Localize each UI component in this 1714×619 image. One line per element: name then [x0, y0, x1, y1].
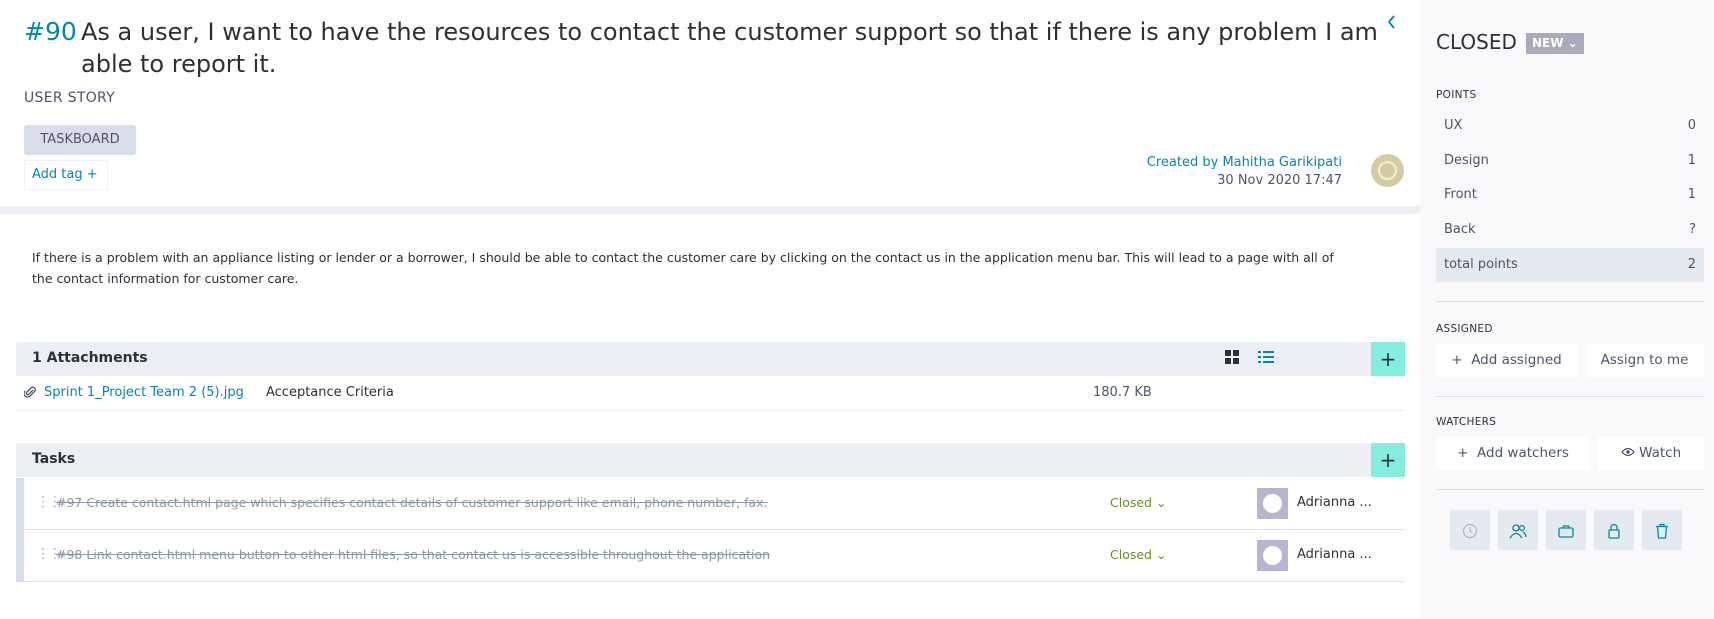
chevron-down-icon: ⌄ — [1155, 547, 1167, 562]
attachment-row: Sprint 1_Project Team 2 (5).jpg Acceptan… — [16, 377, 1405, 411]
created-date: 30 Nov 2020 17:47 — [1217, 173, 1342, 188]
task-status-dropdown[interactable]: Closed ⌄ — [1110, 547, 1166, 562]
task-text[interactable]: #97 Create contact.html page which speci… — [56, 495, 767, 510]
task-ref: #97 — [56, 495, 83, 510]
divider — [0, 206, 1420, 214]
team-requirement-users-icon[interactable] — [1498, 510, 1538, 550]
total-points-label: total points — [1444, 257, 1518, 272]
story-status: CLOSED — [1436, 30, 1517, 54]
story-description[interactable]: If there is a problem with an appliance … — [32, 247, 1352, 289]
tag-taskboard[interactable]: TASKBOARD — [24, 125, 136, 155]
points-value: ? — [1689, 222, 1696, 237]
points-role: Back — [1444, 222, 1476, 237]
task-row: ⋮⋮ #97 Create contact.html page which sp… — [16, 478, 1405, 530]
attachment-size: 180.7 KB — [1093, 385, 1152, 400]
story-subject[interactable]: As a user, I want to have the resources … — [81, 16, 1381, 80]
task-status: Closed — [1110, 495, 1152, 510]
attachment-description[interactable]: Acceptance Criteria — [266, 385, 394, 400]
add-assigned-label: Add assigned — [1471, 352, 1562, 368]
created-prefix: Created by — [1146, 155, 1219, 170]
add-attachment-button[interactable]: + — [1371, 342, 1405, 376]
chevron-down-icon: ⌄ — [1155, 495, 1167, 510]
story-type: USER STORY — [24, 90, 115, 106]
points-label: POINTS — [1436, 89, 1477, 101]
add-watchers-button[interactable]: + Add watchers — [1436, 437, 1590, 470]
assigned-label: ASSIGNED — [1436, 323, 1493, 335]
task-status-dropdown[interactable]: Closed ⌄ — [1110, 495, 1166, 510]
plus-icon: + — [86, 167, 98, 182]
divider — [1436, 396, 1704, 397]
watchers-label: WATCHERS — [1436, 416, 1497, 428]
grid-view-icon[interactable] — [1215, 342, 1249, 376]
points-row-front[interactable]: Front 1 — [1436, 178, 1704, 212]
story-ref: #90 — [24, 17, 77, 46]
eye-icon — [1621, 445, 1635, 461]
status-badge: NEW — [1532, 36, 1564, 50]
attachments-title: 1 Attachments — [32, 350, 148, 366]
divider — [1436, 301, 1704, 302]
chevron-down-icon: ⌄ — [1567, 36, 1578, 50]
lock-icon[interactable] — [1594, 510, 1634, 550]
sidebar: CLOSED NEW ⌄ POINTS UX 0 Design 1 Front 1 B… — [1420, 0, 1714, 619]
add-tag-label: Add tag — [32, 167, 83, 182]
paperclip-icon — [23, 385, 36, 403]
task-assignee[interactable]: Adrianna ... — [1297, 495, 1372, 510]
add-assigned-button[interactable]: + Add assigned — [1436, 344, 1577, 377]
add-task-button[interactable]: + — [1371, 443, 1405, 477]
total-points-value: 2 — [1687, 257, 1696, 272]
trash-icon[interactable] — [1642, 510, 1682, 550]
points-value: 1 — [1687, 187, 1696, 202]
points-role: Design — [1444, 153, 1489, 168]
task-status: Closed — [1110, 547, 1152, 562]
assignee-avatar[interactable] — [1257, 540, 1288, 571]
creator-name[interactable]: Mahitha Garikipati — [1222, 155, 1342, 170]
assignee-avatar[interactable] — [1257, 488, 1288, 519]
task-row: ⋮⋮ #98 Link contact.html menu button to … — [16, 530, 1405, 582]
attachments-header: 1 Attachments + — [16, 342, 1405, 376]
list-view-icon[interactable] — [1249, 342, 1283, 376]
status-dropdown[interactable]: NEW ⌄ — [1526, 33, 1584, 54]
points-role: Front — [1444, 187, 1477, 202]
task-text[interactable]: #98 Link contact.html menu button to oth… — [56, 547, 770, 562]
tasks-title: Tasks — [32, 451, 76, 467]
attachment-name-link[interactable]: Sprint 1_Project Team 2 (5).jpg — [44, 385, 244, 400]
plus-icon: + — [1457, 445, 1469, 461]
task-subject: Link contact.html menu button to other h… — [86, 547, 771, 562]
points-value: 0 — [1687, 118, 1696, 133]
task-subject: Create contact.html page which specifies… — [86, 495, 768, 510]
tasks-header: Tasks + — [16, 443, 1405, 477]
plus-icon: + — [1451, 352, 1463, 368]
total-points-row: total points 2 — [1436, 248, 1704, 282]
points-row-design[interactable]: Design 1 — [1436, 144, 1704, 178]
task-assignee[interactable]: Adrianna ... — [1297, 547, 1372, 562]
points-row-ux[interactable]: UX 0 — [1436, 109, 1704, 143]
watch-label: Watch — [1639, 445, 1682, 461]
task-ref: #98 — [56, 547, 83, 562]
creator-avatar — [1371, 154, 1404, 187]
add-watchers-label: Add watchers — [1477, 445, 1569, 461]
points-row-back[interactable]: Back? — [1436, 213, 1704, 247]
main-content: #90 As a user, I want to have the resour… — [0, 0, 1420, 619]
due-date-clock-icon[interactable] — [1450, 510, 1490, 550]
add-tag-button[interactable]: Add tag + — [24, 160, 108, 190]
collapse-sidebar-icon[interactable] — [1386, 14, 1396, 35]
points-role: UX — [1444, 118, 1463, 133]
watch-button[interactable]: Watch — [1598, 437, 1704, 470]
points-value: 1 — [1687, 153, 1696, 168]
client-requirement-briefcase-icon[interactable] — [1546, 510, 1586, 550]
created-info: Created by Mahitha Garikipati 30 Nov 202… — [1147, 154, 1342, 190]
divider — [1436, 489, 1704, 490]
assign-to-me-button[interactable]: Assign to me — [1585, 344, 1704, 377]
